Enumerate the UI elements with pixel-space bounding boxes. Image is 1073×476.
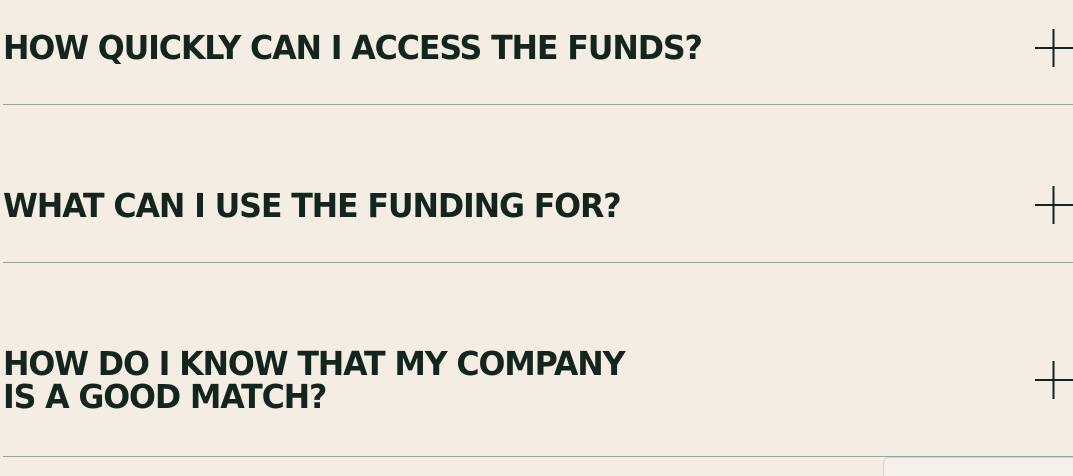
expand-toggle-button[interactable] [1034,360,1073,400]
faq-question[interactable]: HOW QUICKLY CAN I ACCESS THE FUNDS? [3,31,703,65]
plus-icon [1034,28,1073,68]
faq-question-line-2[interactable]: IS A GOOD MATCH? [3,380,327,414]
faq-item-good-match[interactable]: HOW DO I KNOW THAT MY COMPANY IS A GOOD … [0,263,1073,456]
expand-toggle-button[interactable] [1034,28,1073,68]
faq-list: HOW QUICKLY CAN I ACCESS THE FUNDS? WHAT… [0,0,1073,476]
expand-toggle-button[interactable] [1034,185,1073,225]
faq-item-funding-use[interactable]: WHAT CAN I USE THE FUNDING FOR? [0,105,1073,263]
faq-question-line-1[interactable]: HOW DO I KNOW THAT MY COMPANY [3,347,626,381]
faq-question[interactable]: WHAT CAN I USE THE FUNDING FOR? [3,189,622,223]
plus-icon [1034,185,1073,225]
corner-widget[interactable] [883,457,1073,476]
faq-item-access-funds[interactable]: HOW QUICKLY CAN I ACCESS THE FUNDS? [0,0,1073,105]
plus-icon [1034,360,1073,400]
